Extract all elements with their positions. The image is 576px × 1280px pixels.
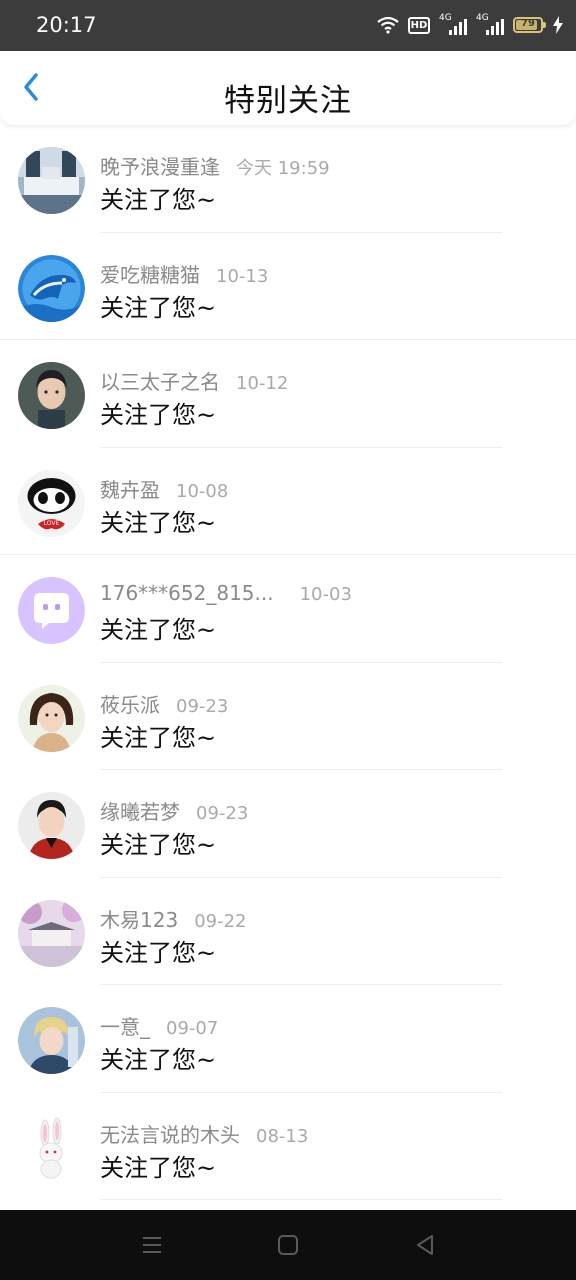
message-text: 关注了您~: [100, 401, 217, 429]
status-time: 20:17: [36, 13, 97, 37]
app-header: 特别关注: [0, 51, 576, 125]
hd-icon: HD: [408, 16, 430, 34]
follow-time: 10-13: [216, 265, 269, 287]
message-text: 关注了您~: [100, 1153, 217, 1182]
contact-name: 莜乐派: [100, 692, 160, 717]
contact-name: 魏卉盈: [100, 477, 160, 502]
home-button[interactable]: [275, 1232, 301, 1258]
message-text: 关注了您~: [100, 186, 217, 214]
message-text: 关注了您~: [100, 616, 217, 644]
dolphin-avatar[interactable]: [18, 254, 85, 322]
list-item[interactable]: 176***652_815... 10-03 关注了您~: [0, 555, 576, 663]
svg-text:LOVE: LOVE: [44, 520, 60, 527]
anime-avatar[interactable]: [18, 1007, 85, 1074]
person-avatar[interactable]: [18, 362, 85, 429]
system-back-button[interactable]: [412, 1232, 438, 1258]
list-item[interactable]: 以三太子之名 10-12 关注了您~: [0, 340, 576, 448]
follow-time: 08-13: [256, 1125, 309, 1147]
message-text: 关注了您~: [100, 508, 217, 537]
special-follow-list: 晚予浪漫重逢 今天 19:59 关注了您~ 爱吃糖糖猫 10-13 关注了您~: [0, 125, 576, 1200]
follow-time: 10-12: [236, 373, 289, 394]
contact-name: 晚予浪漫重逢: [100, 155, 220, 179]
list-item[interactable]: 爱吃糖糖猫 10-13 关注了您~: [0, 233, 576, 340]
back-icon: [417, 1235, 433, 1255]
contact-name: 缘曦若梦: [100, 800, 180, 824]
menu-button[interactable]: [139, 1232, 165, 1258]
message-text: 关注了您~: [100, 723, 217, 752]
contact-name: 爱吃糖糖猫: [100, 262, 200, 287]
message-text: 关注了您~: [100, 831, 217, 859]
follow-time: 10-03: [299, 584, 352, 605]
contact-name: 无法言说的木头: [100, 1122, 240, 1147]
message-text: 关注了您~: [100, 293, 217, 322]
list-item[interactable]: 无法言说的木头 08-13 关注了您~: [0, 1093, 576, 1200]
follow-time: 09-22: [194, 910, 247, 932]
status-bar: 20:17 HD 4G 4G 79: [0, 0, 576, 51]
contact-name: 一意_: [100, 1015, 150, 1039]
follow-time: 今天 19:59: [236, 158, 330, 179]
contact-name: 176***652_815...: [100, 581, 274, 605]
menu-icon: [143, 1237, 161, 1253]
signal-icon-2: 4G: [476, 13, 504, 35]
rabbit-avatar[interactable]: [18, 1114, 85, 1182]
status-icons: HD 4G 4G 79: [377, 12, 564, 38]
contact-name: 木易123: [100, 907, 179, 932]
girl-avatar[interactable]: [18, 684, 85, 752]
contact-name: 以三太子之名: [100, 370, 220, 394]
list-item[interactable]: LOVE 魏卉盈 10-08 关注了您~: [0, 448, 576, 555]
list-item[interactable]: 晚予浪漫重逢 今天 19:59 关注了您~: [0, 125, 576, 233]
signal-icon: 4G: [439, 13, 467, 35]
chat-bubble-avatar[interactable]: [18, 577, 85, 644]
system-nav-bar: [0, 1210, 576, 1280]
message-text: 关注了您~: [100, 1046, 217, 1074]
charging-bolt-icon: [553, 16, 563, 34]
home-icon: [278, 1235, 298, 1255]
follow-time: 10-08: [176, 480, 229, 502]
message-text: 关注了您~: [100, 938, 217, 967]
pavilion-avatar[interactable]: [18, 899, 85, 967]
wifi-icon: [377, 16, 399, 34]
follow-time: 09-23: [196, 803, 249, 824]
page-title: 特别关注: [224, 83, 352, 119]
panda-avatar[interactable]: LOVE: [18, 469, 85, 537]
list-item[interactable]: 缘曦若梦 09-23 关注了您~: [0, 770, 576, 878]
follow-time: 09-07: [166, 1018, 219, 1039]
battery-icon: 79: [513, 17, 546, 33]
man-avatar[interactable]: [18, 792, 85, 859]
room-photo-avatar[interactable]: [18, 147, 85, 214]
list-item[interactable]: 一意_ 09-07 关注了您~: [0, 985, 576, 1093]
follow-time: 09-23: [176, 695, 229, 717]
battery-level: 79: [521, 18, 535, 29]
list-item[interactable]: 莜乐派 09-23 关注了您~: [0, 663, 576, 770]
list-item[interactable]: 木易123 09-22 关注了您~: [0, 878, 576, 985]
